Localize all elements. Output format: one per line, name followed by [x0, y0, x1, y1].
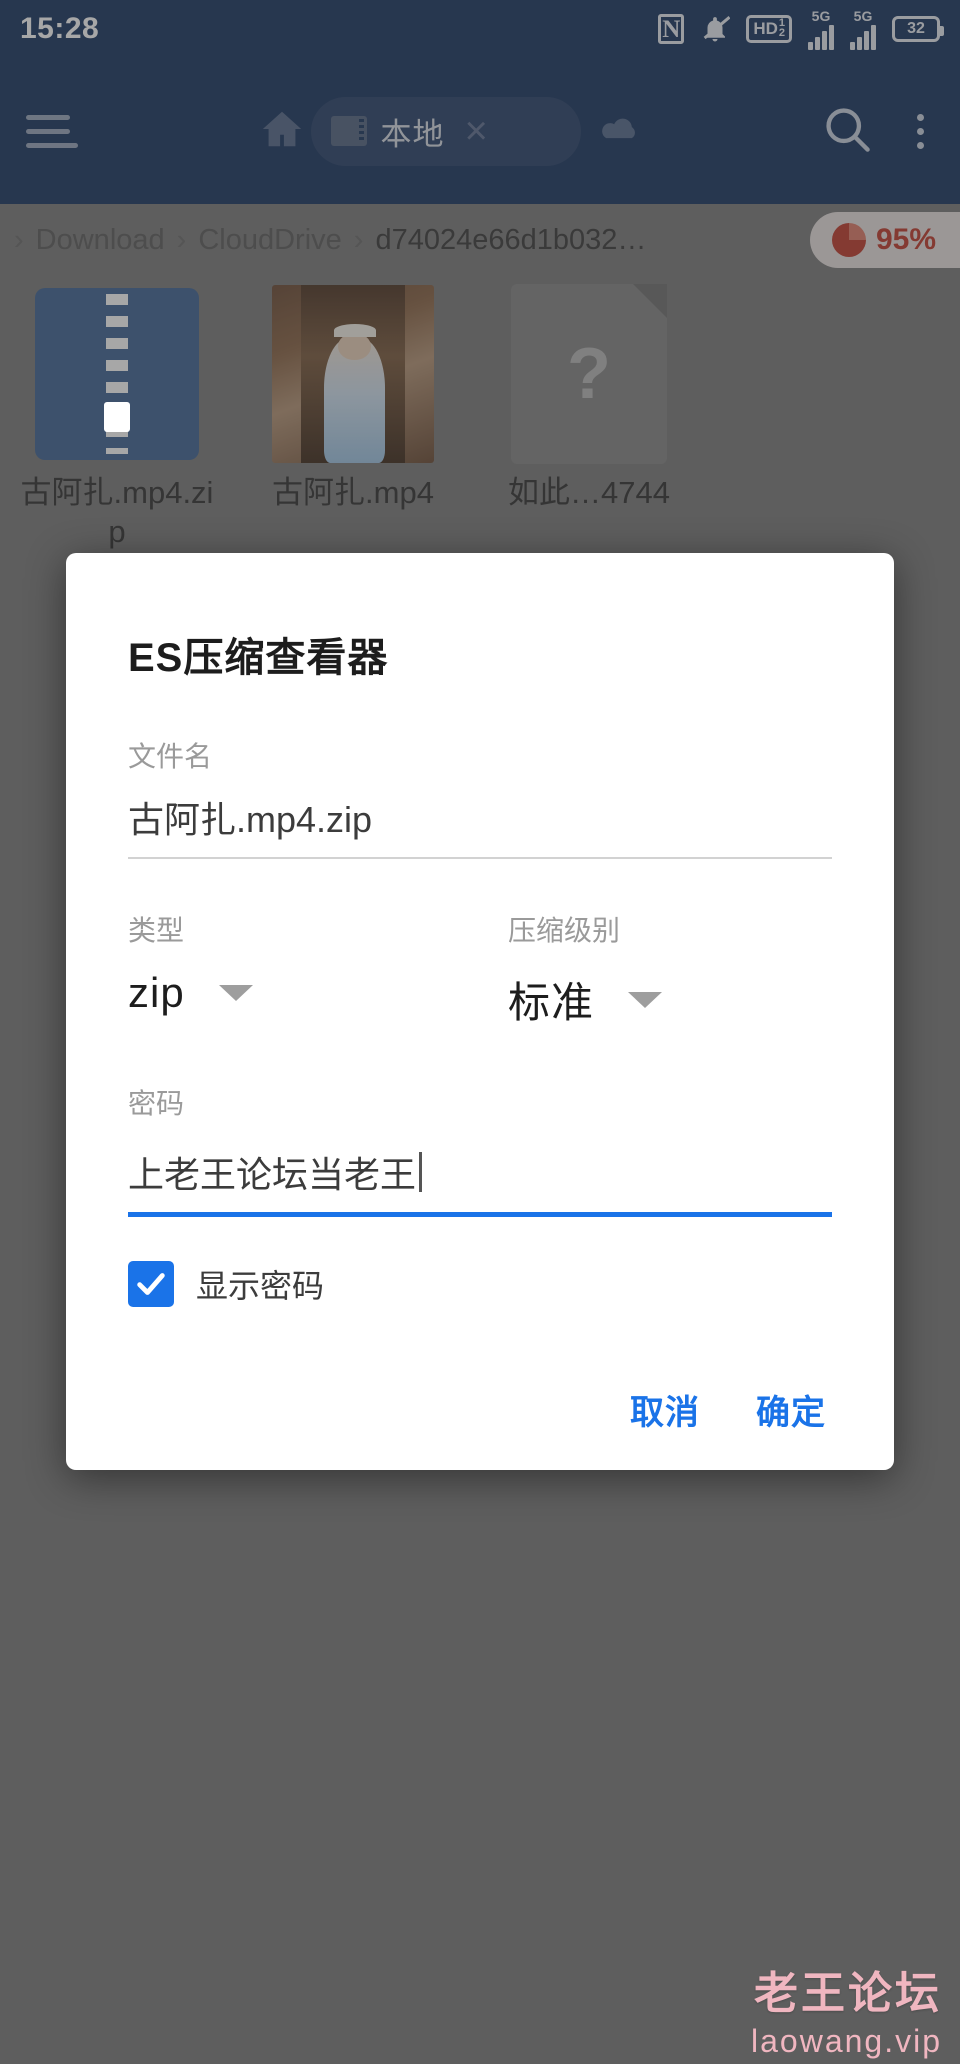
compression-dialog: ES压缩查看器 文件名 古阿扎.mp4.zip 类型 zip 压缩级别 标准 密… [66, 553, 894, 1470]
dialog-title: ES压缩查看器 [128, 636, 389, 680]
phone-screen: 15:28 N HD 1 2 5G 5G 32 本地 × › Download … [0, 0, 960, 2064]
password-input[interactable]: 上老王论坛当老王 [128, 1122, 832, 1212]
filename-label: 文件名 [128, 741, 213, 772]
dialog-body: 文件名 古阿扎.mp4.zip 类型 zip 压缩级别 标准 密码 上老王论坛当… [66, 735, 894, 1307]
cancel-button[interactable]: 取消 [630, 1385, 700, 1434]
show-password-checkbox[interactable] [128, 1261, 174, 1307]
password-underline [128, 1212, 832, 1217]
confirm-button[interactable]: 确定 [756, 1385, 826, 1434]
dropdown-caret-icon [628, 991, 663, 1008]
level-select[interactable]: 标准 [508, 949, 832, 1030]
type-select[interactable]: zip [128, 949, 452, 1017]
level-label: 压缩级别 [508, 915, 621, 946]
dialog-actions: 取消 确定 [66, 1307, 894, 1448]
password-label: 密码 [128, 1088, 185, 1119]
dropdown-caret-icon [218, 985, 253, 1001]
show-password-label: 显示密码 [196, 1268, 325, 1304]
type-level-row: 类型 zip 压缩级别 标准 [128, 909, 832, 1030]
watermark-title: 老王论坛 [754, 1969, 942, 2018]
level-column: 压缩级别 标准 [452, 909, 832, 1030]
password-value: 上老王论坛当老王 [128, 1154, 417, 1195]
show-password-row[interactable]: 显示密码 [128, 1261, 832, 1307]
type-value: zip [128, 969, 185, 1016]
password-field[interactable]: 密码 上老王论坛当老王 [128, 1082, 832, 1217]
text-cursor [419, 1152, 423, 1192]
level-value: 标准 [508, 979, 595, 1026]
watermark-url: laowang.vip [751, 2023, 942, 2059]
type-column: 类型 zip [128, 909, 452, 1030]
filename-field[interactable]: 文件名 古阿扎.mp4.zip [128, 735, 832, 859]
filename-input[interactable]: 古阿扎.mp4.zip [128, 775, 832, 857]
type-label: 类型 [128, 915, 185, 946]
filename-underline [128, 857, 832, 859]
watermark: 老王论坛 laowang.vip [751, 1957, 942, 2060]
